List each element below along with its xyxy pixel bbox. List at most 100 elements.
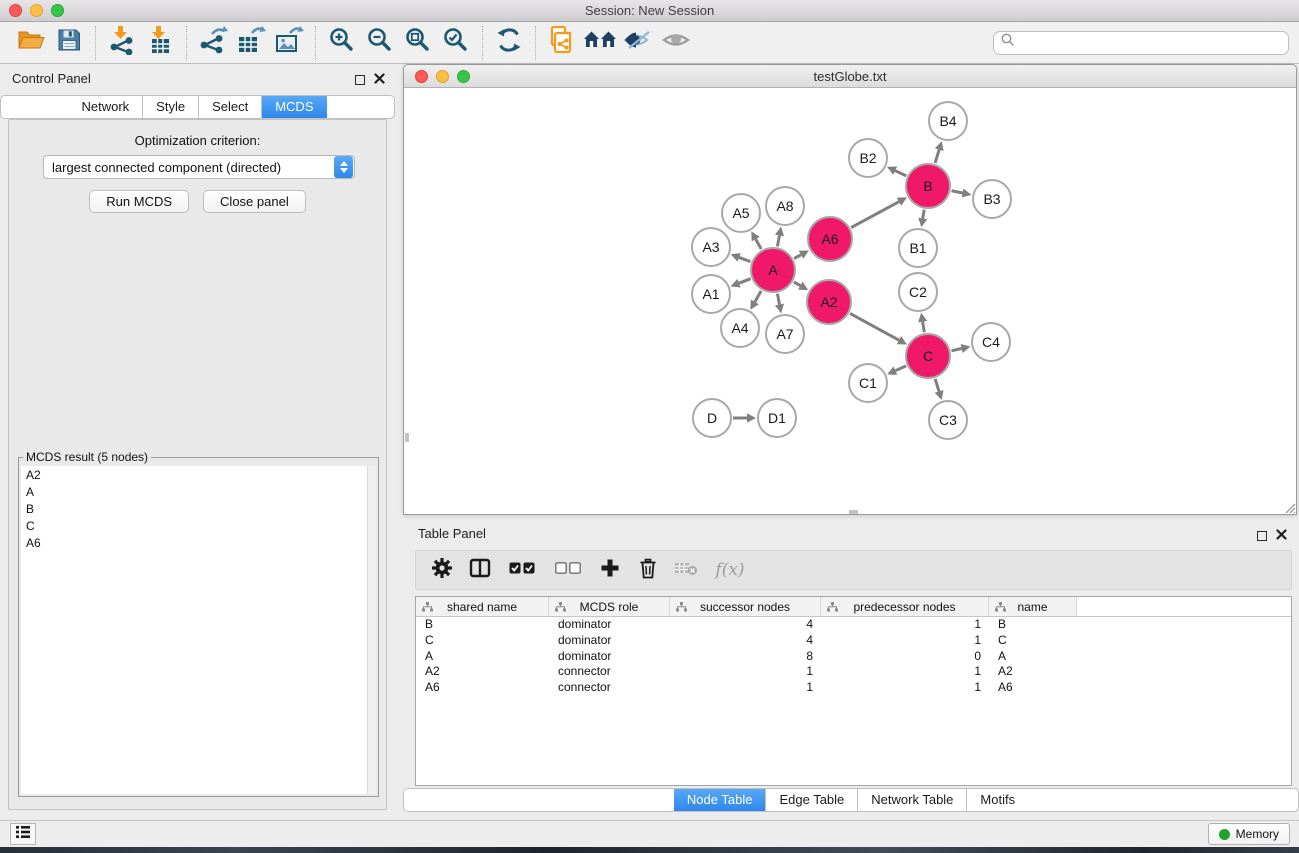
table-cell: A2	[989, 664, 1077, 680]
canvas-bottom-nub	[849, 510, 858, 514]
float-table-panel-icon[interactable]	[1257, 531, 1267, 541]
zoom-window-button[interactable]	[51, 4, 64, 17]
table-cell: 1	[821, 664, 989, 680]
control-panel: Control Panel NetworkStyleSelectMCDS Opt…	[0, 64, 395, 820]
network-graph[interactable]: B4B2BB3A8A5A6A3B1AC2A1A2A4A7C4CC1C3DD1	[405, 88, 1296, 514]
close-network-button[interactable]	[415, 70, 428, 83]
toolbar-separator	[315, 26, 316, 60]
tab-edge-table[interactable]: Edge Table	[766, 789, 858, 811]
column-header-successor-nodes[interactable]: successor nodes	[670, 597, 821, 616]
save-session-button[interactable]	[50, 26, 88, 60]
delete-table-button-disabled[interactable]	[672, 556, 700, 584]
import-table-button[interactable]	[141, 26, 179, 60]
table-row[interactable]: Adominator80A	[416, 649, 1291, 665]
table-row[interactable]: A6connector11A6	[416, 680, 1291, 696]
zoom-network-button[interactable]	[457, 70, 470, 83]
create-column-button[interactable]	[596, 556, 624, 584]
column-header-shared-name[interactable]: shared name	[416, 597, 549, 616]
table-cell-empty	[1077, 680, 1291, 696]
export-network-icon	[198, 25, 228, 60]
zoom-selected-icon	[442, 26, 470, 59]
optimization-criterion-select[interactable]: largest connected component (directed)	[43, 155, 355, 179]
result-item[interactable]: C	[21, 517, 376, 534]
result-item[interactable]: A2	[21, 466, 376, 483]
mcds-result-box: MCDS result (5 nodes) A2ABCA6	[18, 450, 379, 797]
save-disk-icon	[56, 27, 82, 58]
network-canvas[interactable]: B4B2BB3A8A5A6A3B1AC2A1A2A4A7C4CC1C3DD1	[405, 88, 1296, 514]
close-table-panel-icon[interactable]	[1276, 527, 1287, 545]
tab-node-table[interactable]: Node Table	[674, 789, 767, 811]
table-cell: 1	[670, 664, 821, 680]
minimize-network-button[interactable]	[436, 70, 449, 83]
float-panel-icon[interactable]	[355, 75, 365, 85]
hide-graphics-details-button[interactable]	[619, 26, 657, 60]
result-scrollbar[interactable]	[367, 466, 376, 794]
resize-grip-icon[interactable]	[1282, 500, 1296, 514]
zoom-in-button[interactable]	[323, 26, 361, 60]
tab-network[interactable]: Network	[68, 96, 143, 118]
table-row[interactable]: A2connector11A2	[416, 664, 1291, 680]
result-item[interactable]: B	[21, 500, 376, 517]
svg-text:A3: A3	[702, 239, 719, 255]
svg-text:B4: B4	[939, 113, 956, 129]
home-view-button[interactable]	[581, 26, 619, 60]
network-window-controls	[415, 70, 470, 83]
column-header-MCDS-role[interactable]: MCDS role	[549, 597, 670, 616]
deselect-all-columns-button[interactable]	[550, 556, 586, 584]
clone-network-icon	[548, 25, 576, 60]
export-table-button[interactable]	[232, 26, 270, 60]
export-image-button[interactable]	[270, 26, 308, 60]
table-cell: 8	[670, 649, 821, 665]
search-field[interactable]	[993, 31, 1289, 55]
network-window-titlebar[interactable]: testGlobe.txt	[404, 65, 1296, 88]
minimize-window-button[interactable]	[30, 4, 43, 17]
table-row[interactable]: Bdominator41B	[416, 617, 1291, 633]
select-all-columns-button[interactable]	[504, 556, 540, 584]
clone-network-button[interactable]	[543, 26, 581, 60]
zoom-fit-button[interactable]	[399, 26, 437, 60]
show-column-panel-button[interactable]	[466, 556, 494, 584]
zoom-out-button[interactable]	[361, 26, 399, 60]
task-history-button[interactable]	[10, 823, 36, 845]
delete-columns-button[interactable]	[634, 556, 662, 584]
tab-mcds[interactable]: MCDS	[262, 96, 326, 118]
node-table[interactable]: shared nameMCDS rolesuccessor nodesprede…	[415, 596, 1292, 786]
function-builder-button-disabled[interactable]: f(x)	[710, 556, 750, 584]
column-header-filler	[1077, 597, 1291, 616]
show-graphics-details-button[interactable]	[657, 26, 695, 60]
eye-slash-icon	[622, 28, 654, 57]
table-cell: 0	[821, 649, 989, 665]
search-input[interactable]	[1020, 35, 1281, 50]
tab-network-table[interactable]: Network Table	[858, 789, 967, 811]
result-item[interactable]: A	[21, 483, 376, 500]
svg-text:C3: C3	[939, 412, 957, 428]
table-settings-button[interactable]	[428, 556, 456, 584]
import-network-button[interactable]	[103, 26, 141, 60]
table-panel: Table Panel f(x) shared nameMCDS r	[403, 522, 1299, 818]
close-panel-button[interactable]: Close panel	[203, 190, 306, 213]
open-session-button[interactable]	[12, 26, 50, 60]
select-stepper-icon	[334, 156, 353, 178]
close-panel-icon[interactable]	[374, 71, 385, 89]
table-cell: 1	[821, 617, 989, 633]
mcds-result-list[interactable]: A2ABCA6	[21, 466, 376, 794]
import-network-icon	[108, 25, 136, 60]
memory-button[interactable]: Memory	[1208, 823, 1290, 845]
export-network-button[interactable]	[194, 26, 232, 60]
table-cell: A6	[989, 680, 1077, 696]
result-item[interactable]: A6	[21, 534, 376, 551]
svg-text:C4: C4	[982, 334, 1000, 350]
tab-select[interactable]: Select	[199, 96, 262, 118]
table-row[interactable]: Cdominator41C	[416, 633, 1291, 649]
tab-motifs[interactable]: Motifs	[967, 789, 1028, 811]
run-mcds-button[interactable]: Run MCDS	[89, 190, 189, 213]
trash-icon	[638, 557, 658, 584]
column-header-predecessor-nodes[interactable]: predecessor nodes	[821, 597, 989, 616]
tab-style[interactable]: Style	[143, 96, 199, 118]
table-cell: connector	[549, 664, 670, 680]
zoom-in-icon	[328, 26, 356, 59]
close-window-button[interactable]	[9, 4, 22, 17]
column-header-name[interactable]: name	[989, 597, 1077, 616]
zoom-selected-button[interactable]	[437, 26, 475, 60]
refresh-view-button[interactable]	[490, 26, 528, 60]
